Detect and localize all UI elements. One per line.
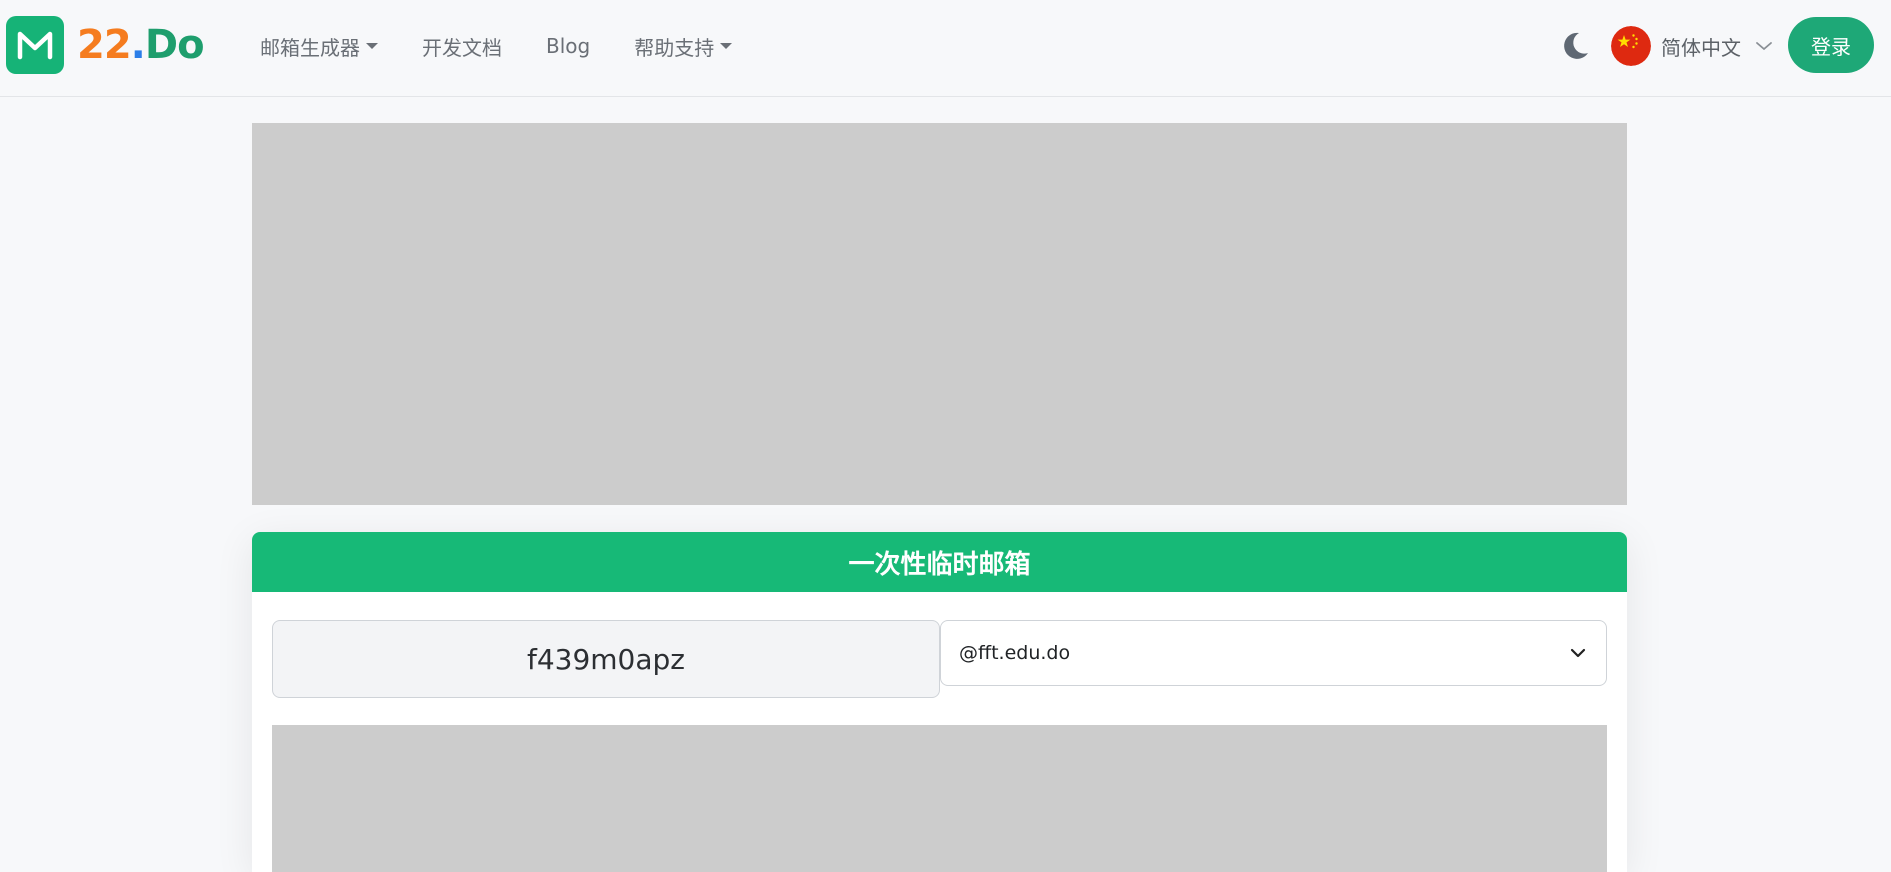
mail-m-icon xyxy=(6,16,64,74)
ad-banner-top xyxy=(252,123,1627,505)
language-selector[interactable]: 简体中文 xyxy=(1611,24,1773,68)
moon-icon[interactable] xyxy=(1558,29,1592,63)
card-title: 一次性临时邮箱 xyxy=(252,532,1627,592)
site-logo[interactable]: 22.Do xyxy=(6,16,205,74)
chevron-down-icon xyxy=(1756,42,1772,51)
email-name-input[interactable] xyxy=(272,620,940,698)
nav-blog[interactable]: Blog xyxy=(546,34,590,58)
china-flag-icon xyxy=(1611,26,1651,66)
ad-banner-inline xyxy=(272,725,1607,872)
logo-wordmark: 22.Do xyxy=(77,16,205,74)
logo-dot: . xyxy=(130,22,146,68)
nav-help-support[interactable]: 帮助支持 xyxy=(634,32,733,61)
nav-email-generator[interactable]: 邮箱生成器 xyxy=(260,32,378,61)
caret-down-icon xyxy=(366,43,378,49)
nav-dev-docs[interactable]: 开发文档 xyxy=(422,32,502,61)
main-nav: 邮箱生成器 开发文档 Blog 帮助支持 xyxy=(260,0,776,92)
logo-suffix: Do xyxy=(144,22,205,68)
temp-email-card: 一次性临时邮箱 @fft.edu.do xyxy=(252,532,1627,872)
nav-dev-docs-label: 开发文档 xyxy=(422,35,502,60)
domain-select[interactable]: @fft.edu.do xyxy=(940,620,1607,686)
logo-number: 22 xyxy=(77,22,132,68)
nav-help-support-label: 帮助支持 xyxy=(634,35,715,60)
chevron-down-icon xyxy=(1570,648,1586,658)
login-button[interactable]: 登录 xyxy=(1788,17,1874,73)
domain-selected-value: @fft.edu.do xyxy=(959,642,1071,664)
language-label: 简体中文 xyxy=(1661,35,1741,60)
top-navbar: 22.Do 邮箱生成器 开发文档 Blog 帮助支持 简体中文 登录 xyxy=(0,0,1891,97)
nav-email-generator-label: 邮箱生成器 xyxy=(260,35,360,60)
caret-down-icon xyxy=(720,43,733,49)
nav-blog-label: Blog xyxy=(546,34,591,58)
